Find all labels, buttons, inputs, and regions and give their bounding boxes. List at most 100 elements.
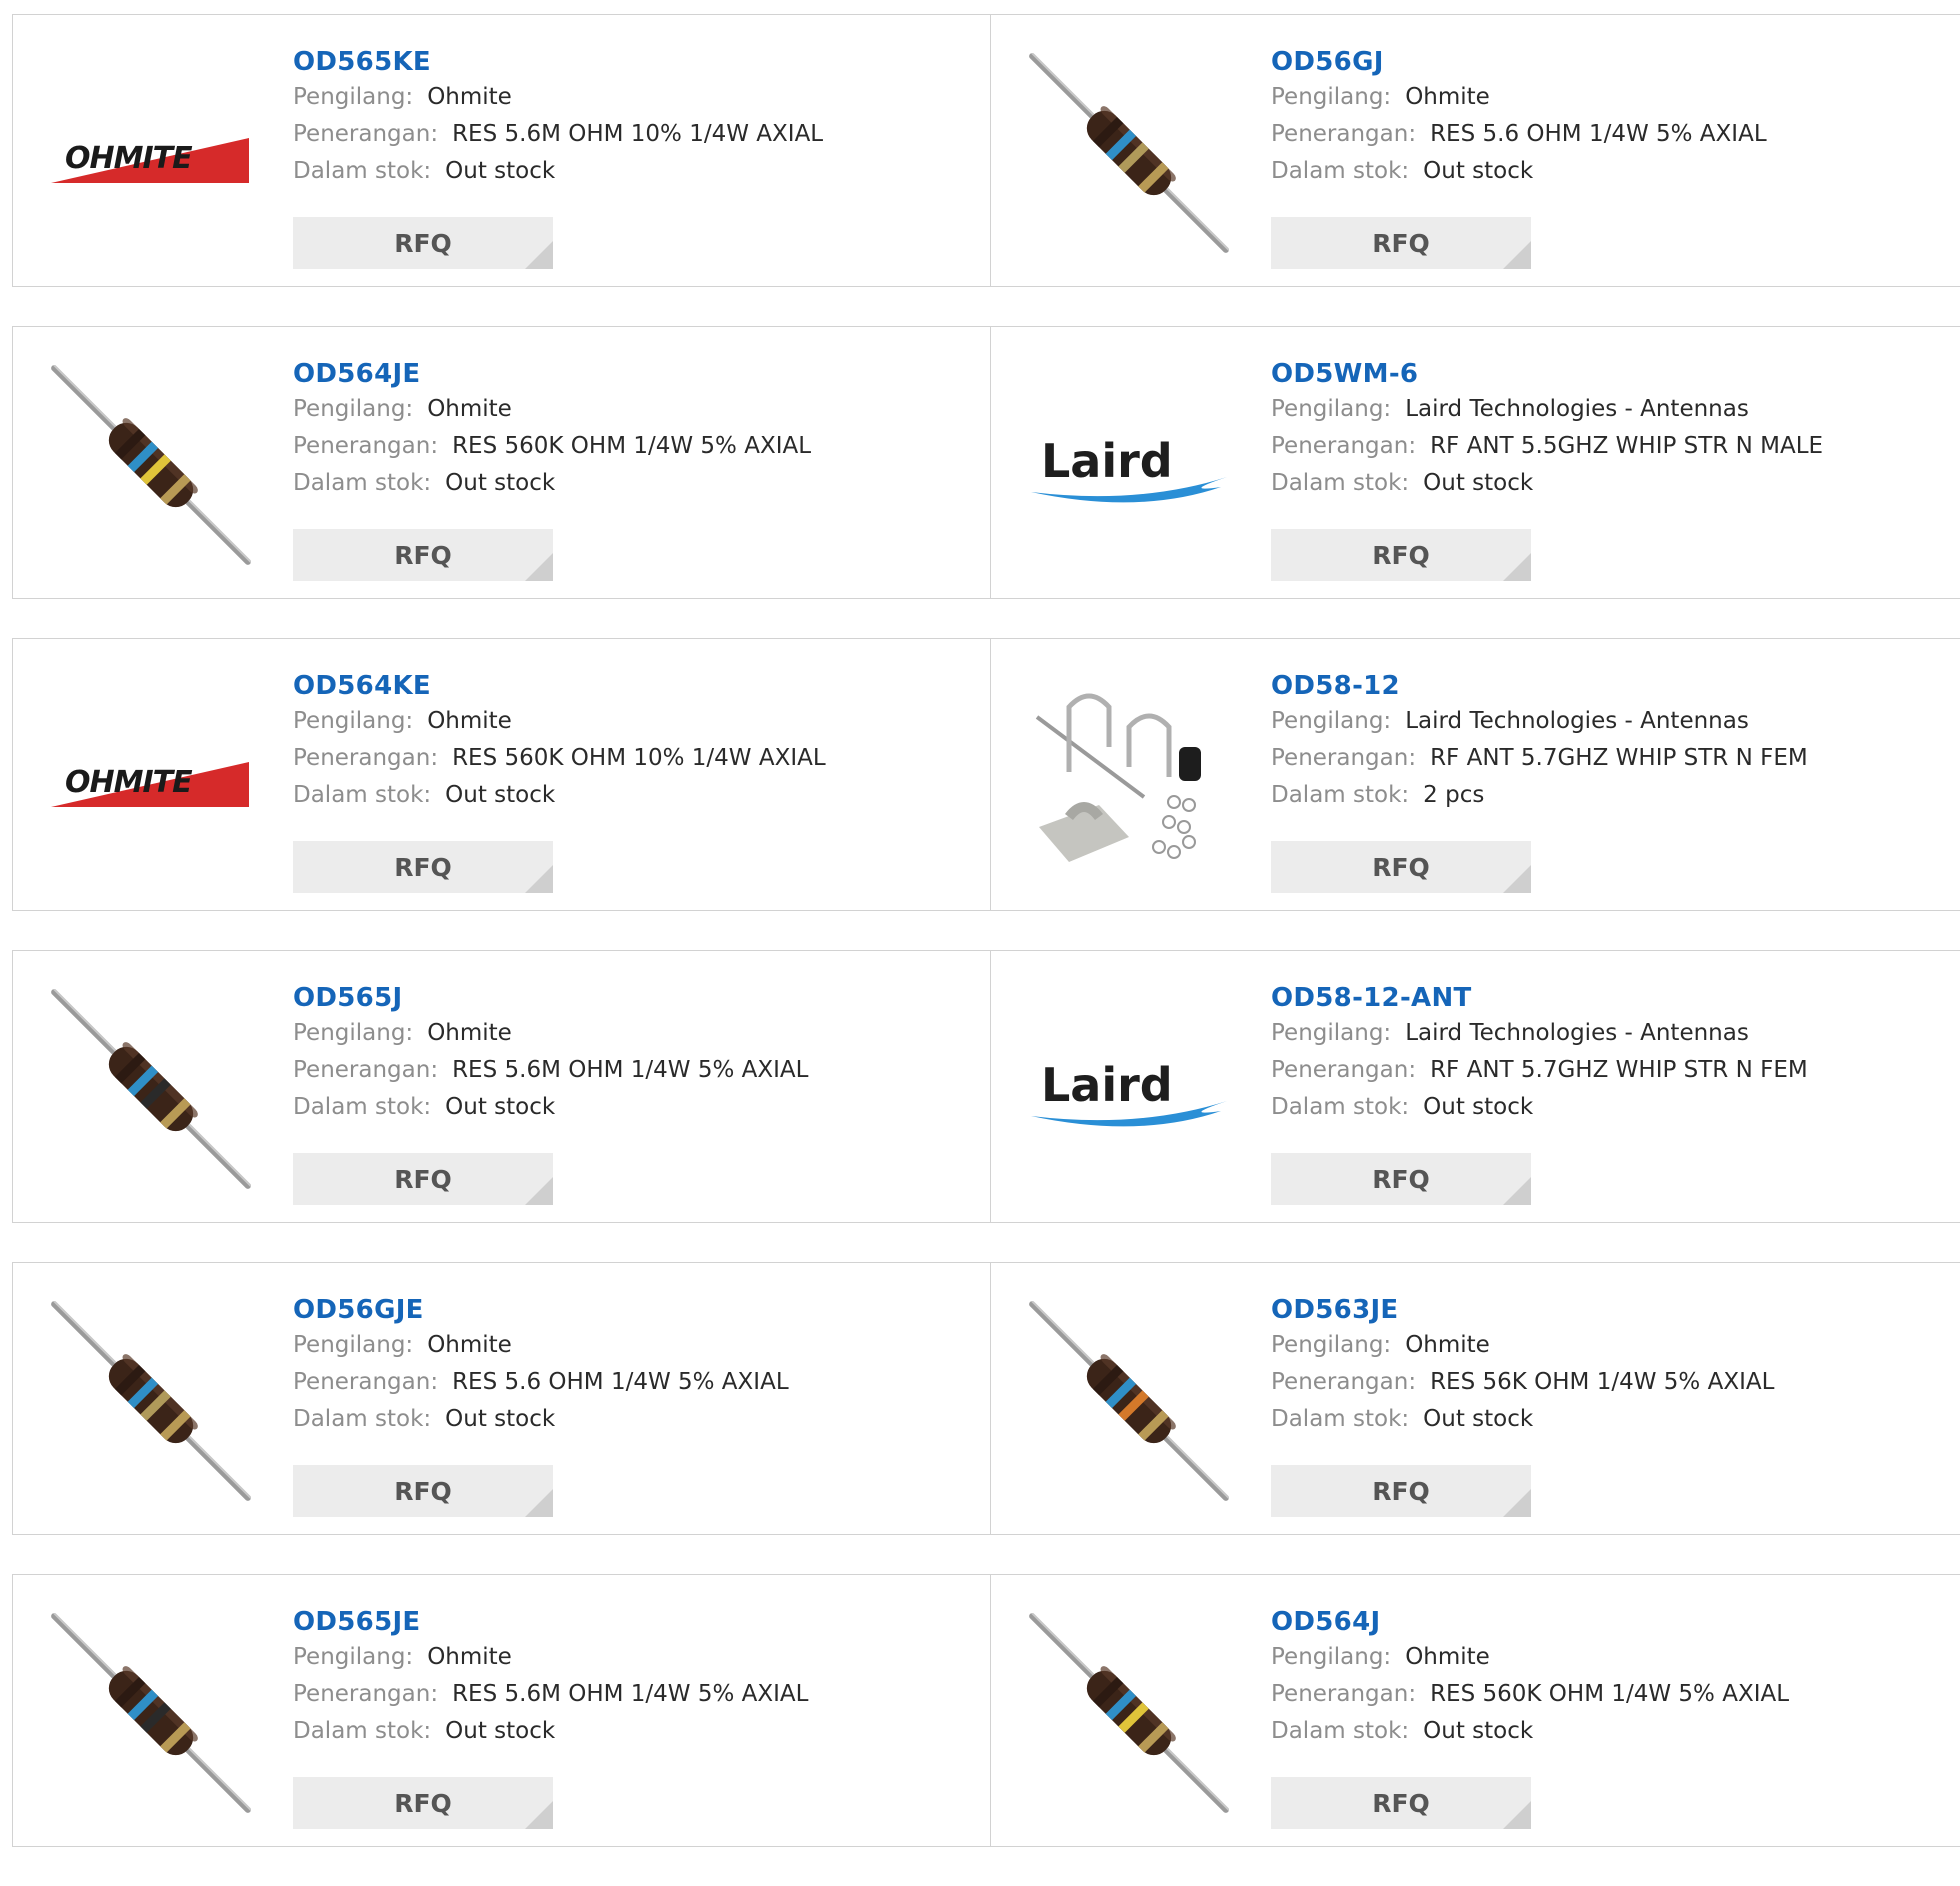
stock-label: Dalam stok: [293,470,432,496]
product-card: OHMITE OD565KE Pengilang: Ohmite Penerang… [12,14,992,287]
manufacturer-label: Pengilang: [1271,1332,1392,1358]
svg-text:OHMITE: OHMITE [65,765,193,800]
rfq-button[interactable]: RFQ [293,1465,553,1517]
description-value: RES 5.6M OHM 1/4W 5% AXIAL [452,1057,809,1083]
corner-triangle-icon [525,553,553,581]
part-number-link[interactable]: OD565JE [293,1605,421,1639]
manufacturer-label: Pengilang: [1271,1020,1392,1046]
manufacturer-value: Ohmite [427,84,512,110]
product-card: OD564J Pengilang: Ohmite Penerangan: RES 5… [990,1574,1960,1847]
product-image[interactable]: OHMITE [51,677,251,877]
product-row: OD56GJE Pengilang: Ohmite Penerangan: RES … [12,1262,1960,1537]
resistor-image [51,1299,253,1501]
stock-value: Out stock [1423,1718,1534,1744]
rfq-button[interactable]: RFQ [293,841,553,893]
corner-triangle-icon [1503,1801,1531,1829]
product-card: OD56GJ Pengilang: Ohmite Penerangan: RES 5… [990,14,1960,287]
part-number-link[interactable]: OD58-12 [1271,669,1400,703]
description-label: Penerangan: [293,1681,439,1707]
manufacturer-label: Pengilang: [293,708,414,734]
part-number-link[interactable]: OD563JE [1271,1293,1399,1327]
product-image[interactable] [51,987,253,1189]
rfq-button[interactable]: RFQ [1271,1465,1531,1517]
description-value: RES 560K OHM 10% 1/4W AXIAL [452,745,826,771]
description-value: RES 5.6 OHM 1/4W 5% AXIAL [452,1369,789,1395]
rfq-button[interactable]: RFQ [1271,217,1531,269]
rfq-button[interactable]: RFQ [1271,1153,1531,1205]
stock-label: Dalam stok: [1271,158,1410,184]
stock-label: Dalam stok: [1271,782,1410,808]
resistor-image [51,987,253,1189]
manufacturer-value: Laird Technologies - Antennas [1405,1020,1749,1046]
product-image[interactable] [51,1611,253,1813]
resistor-image [51,1611,253,1813]
stock-value: Out stock [445,1406,556,1432]
part-number-link[interactable]: OD58-12-ANT [1271,981,1472,1015]
manufacturer-label: Pengilang: [293,84,414,110]
resistor-image [51,363,253,565]
laird-logo: Laird [1031,434,1227,503]
resistor-image [1029,1611,1231,1813]
stock-value: Out stock [445,1094,556,1120]
part-number-link[interactable]: OD564J [1271,1605,1380,1639]
manufacturer-label: Pengilang: [1271,1644,1392,1670]
rfq-button[interactable]: RFQ [293,217,553,269]
rfq-button[interactable]: RFQ [1271,841,1531,893]
description-label: Penerangan: [1271,1057,1417,1083]
corner-triangle-icon [525,1177,553,1205]
corner-triangle-icon [1503,1489,1531,1517]
description-label: Penerangan: [1271,433,1417,459]
part-number-link[interactable]: OD565J [293,981,402,1015]
rfq-label: RFQ [1372,541,1430,570]
product-card: OD564JE Pengilang: Ohmite Penerangan: RES … [12,326,992,599]
stock-value: Out stock [1423,158,1534,184]
stock-value: Out stock [445,1718,556,1744]
stock-label: Dalam stok: [293,782,432,808]
rfq-button[interactable]: RFQ [293,529,553,581]
rfq-button[interactable]: RFQ [293,1153,553,1205]
product-card: OD56GJE Pengilang: Ohmite Penerangan: RES … [12,1262,992,1535]
stock-label: Dalam stok: [293,1406,432,1432]
product-image[interactable] [1029,1299,1231,1501]
description-value: RF ANT 5.5GHZ WHIP STR N MALE [1430,433,1824,459]
part-number-link[interactable]: OD56GJ [1271,45,1384,79]
manufacturer-label: Pengilang: [293,1644,414,1670]
description-label: Penerangan: [293,1369,439,1395]
stock-value: Out stock [445,782,556,808]
svg-text:OHMITE: OHMITE [65,141,193,176]
rfq-label: RFQ [1372,229,1430,258]
part-number-link[interactable]: OD565KE [293,45,431,79]
product-image[interactable] [51,363,253,565]
manufacturer-label: Pengilang: [293,1020,414,1046]
product-card: OHMITE OD564KE Pengilang: Ohmite Penerang… [12,638,992,911]
rfq-button[interactable]: RFQ [1271,1777,1531,1829]
product-image[interactable]: Laird [1029,365,1229,565]
corner-triangle-icon [1503,865,1531,893]
rfq-label: RFQ [394,229,452,258]
description-value: RF ANT 5.7GHZ WHIP STR N FEM [1430,745,1808,771]
part-number-link[interactable]: OD564JE [293,357,421,391]
product-image[interactable]: Laird [1029,989,1229,1189]
manufacturer-value: Laird Technologies - Antennas [1405,708,1749,734]
manufacturer-value: Ohmite [427,1020,512,1046]
manufacturer-value: Ohmite [427,396,512,422]
product-image[interactable] [1029,1611,1231,1813]
part-number-link[interactable]: OD564KE [293,669,431,703]
manufacturer-label: Pengilang: [293,1332,414,1358]
part-number-link[interactable]: OD56GJE [293,1293,424,1327]
product-image[interactable] [51,1299,253,1501]
ohmite-logo: OHMITE [51,138,249,183]
description-label: Penerangan: [293,745,439,771]
product-image[interactable] [1029,51,1231,253]
manufacturer-value: Ohmite [427,1644,512,1670]
product-image[interactable] [1029,677,1229,877]
product-image[interactable]: OHMITE [51,53,251,253]
description-value: RES 5.6 OHM 1/4W 5% AXIAL [1430,121,1767,147]
rfq-label: RFQ [1372,853,1430,882]
part-number-link[interactable]: OD5WM-6 [1271,357,1418,391]
rfq-button[interactable]: RFQ [293,1777,553,1829]
rfq-button[interactable]: RFQ [1271,529,1531,581]
product-card: Laird OD5WM-6 Pengilang: Laird Technologi… [990,326,1960,599]
manufacturer-value: Ohmite [1405,1332,1490,1358]
description-label: Penerangan: [1271,121,1417,147]
